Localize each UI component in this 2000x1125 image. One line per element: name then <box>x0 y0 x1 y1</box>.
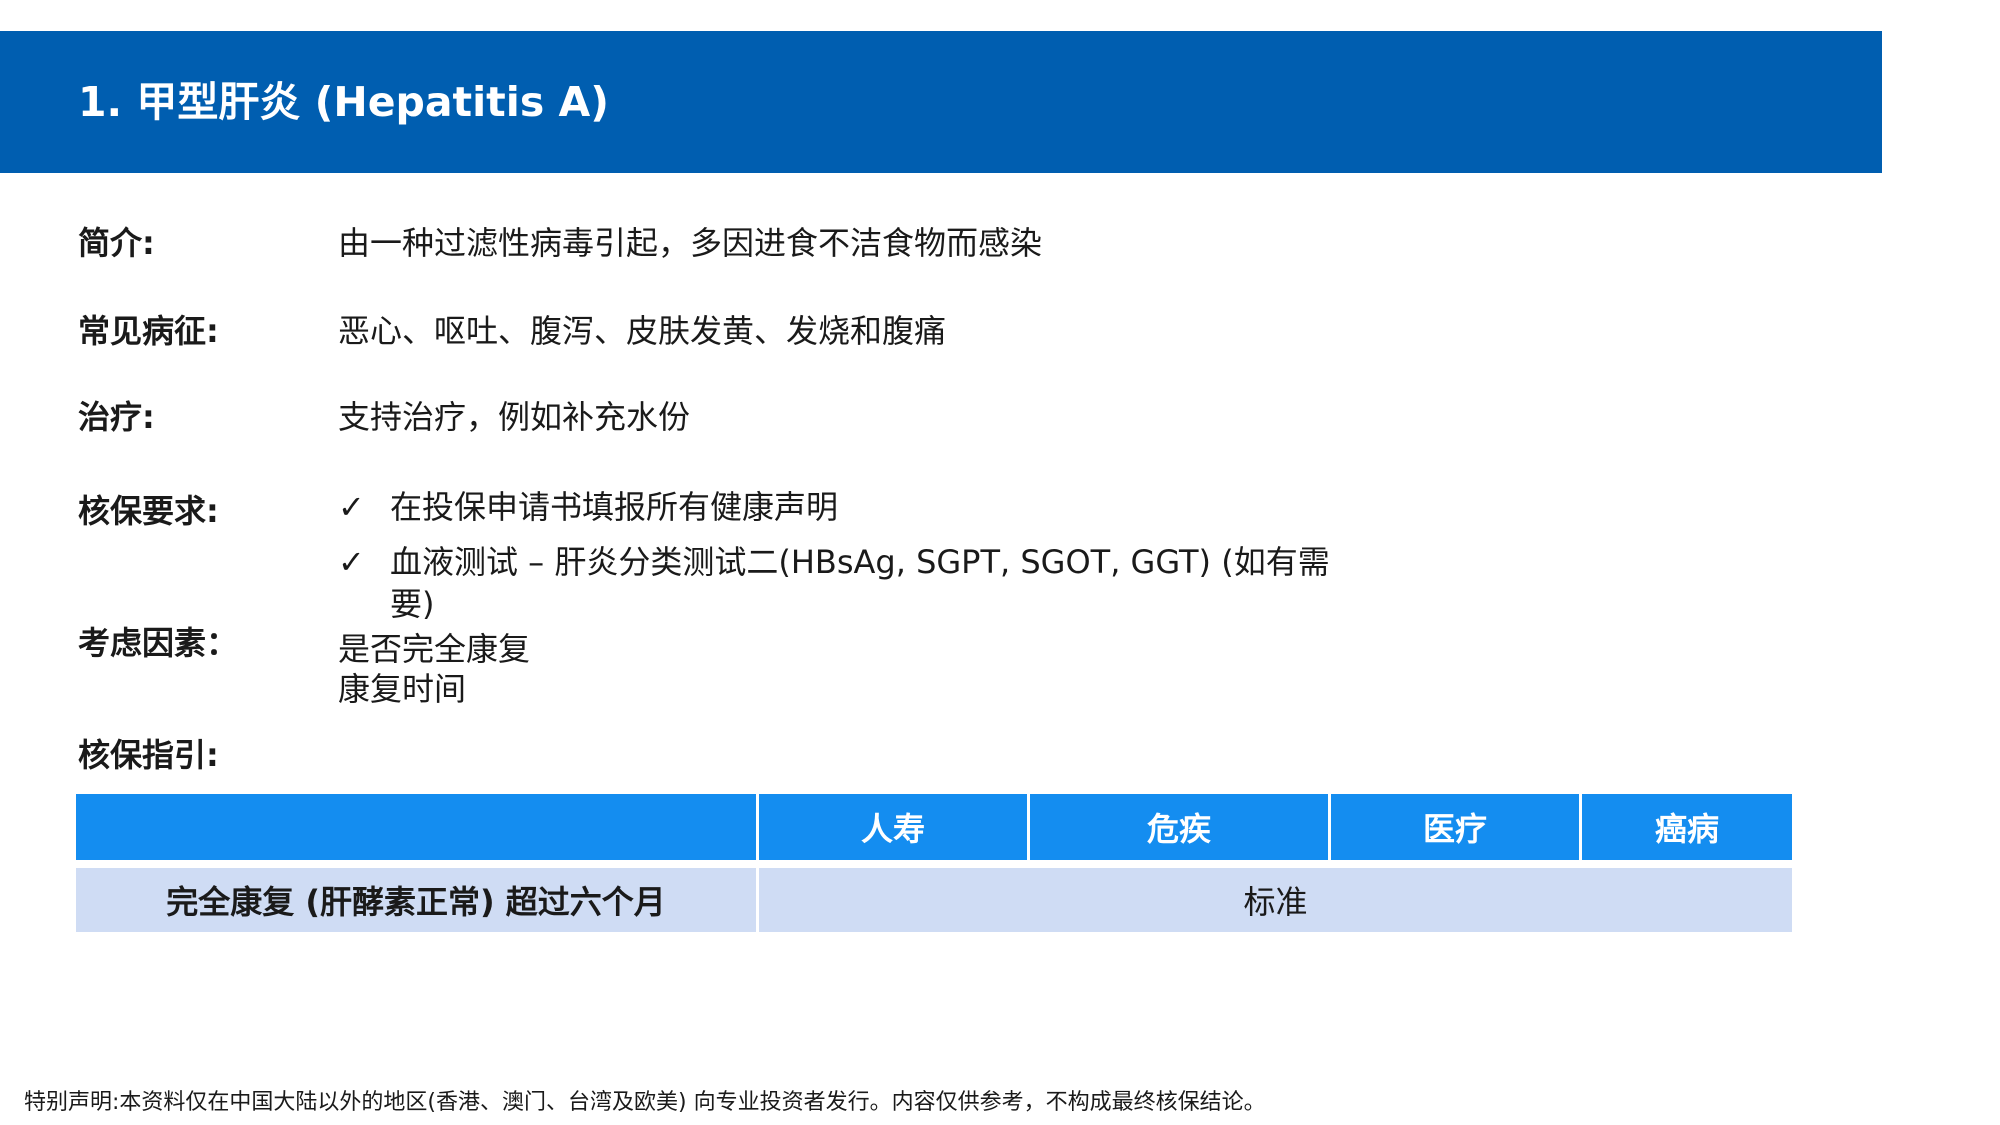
symptoms-label: 常见病征: <box>78 312 219 350</box>
intro-value: 由一种过滤性病毒引起，多因进食不洁食物而感染 <box>338 224 1043 262</box>
symptoms-value: 恶心、呕吐、腹泻、皮肤发黄、发烧和腹痛 <box>338 312 947 350</box>
page-title: 1. 甲型肝炎 (Hepatitis A) <box>78 78 609 126</box>
table-row: 完全康复 (肝酵素正常) 超过六个月 标准 <box>76 868 1792 932</box>
table-header-cell: 危疾 <box>1030 794 1328 860</box>
guideline-label: 核保指引: <box>78 736 219 774</box>
requirement-text: 在投保申请书填报所有健康声明 <box>390 488 839 526</box>
requirement-text: 血液测试 – 肝炎分类测试二(HBsAg, SGPT, SGOT, GGT) (… <box>390 543 1330 623</box>
table-cell-condition: 完全康复 (肝酵素正常) 超过六个月 <box>76 868 756 932</box>
treatment-label: 治疗: <box>78 398 155 436</box>
requirement-item: ✓ 血液测试 – 肝炎分类测试二(HBsAg, SGPT, SGOT, GGT)… <box>338 541 1358 625</box>
factors-label: 考虑因素： <box>78 624 239 662</box>
requirements-label: 核保要求: <box>78 492 219 530</box>
check-icon: ✓ <box>338 543 365 581</box>
title-bar: 1. 甲型肝炎 (Hepatitis A) <box>0 31 1882 173</box>
intro-label: 简介: <box>78 224 155 262</box>
table-header-cell: 癌病 <box>1582 794 1792 860</box>
check-icon: ✓ <box>338 488 365 526</box>
table-header-cell: 人寿 <box>759 794 1027 860</box>
table-cell-result: 标准 <box>759 868 1792 932</box>
table-header-cell: 医疗 <box>1331 794 1579 860</box>
footer-disclaimer: 特别声明:本资料仅在中国大陆以外的地区(香港、澳门、台湾及欧美) 向专业投资者发… <box>24 1090 1266 1115</box>
treatment-value: 支持治疗，例如补充水份 <box>338 398 691 436</box>
table-header-row: 人寿 危疾 医疗 癌病 <box>76 794 1792 860</box>
slide: 1. 甲型肝炎 (Hepatitis A) 简介: 由一种过滤性病毒引起，多因进… <box>0 0 2000 1125</box>
requirement-item: ✓ 在投保申请书填报所有健康声明 <box>338 486 1358 528</box>
table-header-cell <box>76 794 756 860</box>
factor-item: 康复时间 <box>338 670 467 708</box>
